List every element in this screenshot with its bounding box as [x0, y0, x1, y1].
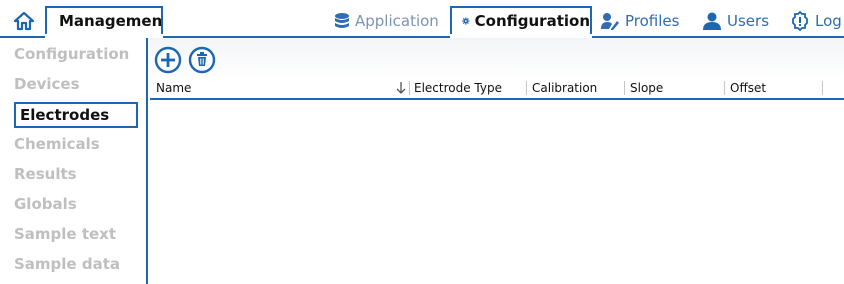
add-button[interactable] [154, 46, 182, 74]
column-header-slope[interactable]: Slope [630, 80, 663, 96]
column-header-name[interactable]: Name [156, 80, 191, 96]
sidebar-item-electrodes[interactable]: Electrodes [14, 102, 138, 128]
app-window: Management Application Configuration Pro… [0, 0, 844, 284]
tab-profiles-label: Profiles [625, 11, 680, 30]
plus-icon [154, 46, 182, 74]
database-icon [335, 13, 349, 28]
management-tab[interactable]: Management [45, 6, 163, 34]
home-icon [13, 11, 35, 31]
sort-descending-icon[interactable] [396, 81, 406, 95]
sidebar-item-chemicals[interactable]: Chemicals [14, 131, 100, 157]
sidebar-item-globals[interactable]: Globals [14, 191, 77, 217]
tab-application[interactable]: Application [334, 7, 439, 35]
log-icon [792, 11, 808, 31]
table-header: Name Electrode Type Calibration Slope Of… [150, 78, 844, 100]
sidebar-item-sample-data[interactable]: Sample data [14, 251, 120, 277]
column-header-calibration[interactable]: Calibration [532, 80, 597, 96]
column-separator [526, 81, 527, 95]
sidebar: Configuration Devices Electrodes Chemica… [0, 38, 148, 284]
sidebar-item-results[interactable]: Results [14, 161, 77, 187]
column-separator [822, 81, 823, 95]
user-icon [703, 12, 721, 30]
home-button[interactable] [9, 8, 39, 34]
sidebar-item-sample-text[interactable]: Sample text [14, 221, 116, 247]
gear-icon [462, 17, 470, 25]
delete-button[interactable] [188, 46, 216, 74]
sidebar-item-configuration[interactable]: Configuration [14, 41, 129, 67]
top-navigation: Management Application Configuration Pro… [0, 0, 844, 38]
column-separator [724, 81, 725, 95]
tab-users[interactable]: Users [702, 7, 769, 35]
toolbar [150, 38, 844, 78]
tab-configuration[interactable]: Configuration [450, 6, 592, 34]
tab-log-label: Log [815, 13, 842, 29]
column-header-electrode-type[interactable]: Electrode Type [414, 80, 502, 96]
column-header-offset[interactable]: Offset [730, 80, 766, 96]
main-content: Name Electrode Type Calibration Slope Of… [150, 38, 844, 284]
tab-application-label: Application [355, 11, 439, 30]
sidebar-item-devices[interactable]: Devices [14, 71, 80, 97]
management-tab-label: Management [59, 12, 163, 30]
tab-profiles[interactable]: Profiles [600, 7, 679, 35]
tab-configuration-label: Configuration [474, 11, 590, 30]
user-edit-icon [601, 13, 619, 30]
tab-log[interactable]: Log [790, 7, 842, 35]
column-separator [624, 81, 625, 95]
tab-users-label: Users [727, 11, 770, 30]
column-separator [409, 81, 410, 95]
trash-icon [188, 46, 216, 74]
